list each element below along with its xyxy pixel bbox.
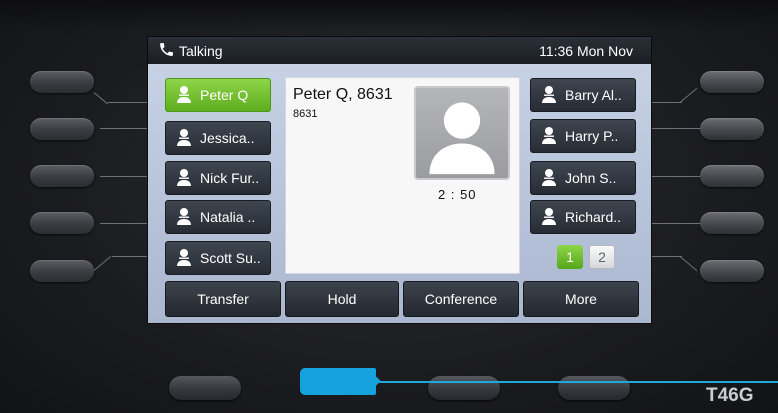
hardware-line-key-right-3[interactable] [700,165,764,187]
line-key-label: Barry Al.. [565,87,622,103]
key-connector-line [108,102,148,103]
key-connector-line [112,256,147,257]
page-2-button[interactable]: 2 [589,245,615,269]
hardware-line-key-left-4[interactable] [30,212,94,234]
hold-softkey[interactable]: Hold [285,281,399,317]
line-key-harry[interactable]: Harry P.. [530,119,636,153]
key-connector-line [652,256,682,257]
hardware-softkey-3[interactable] [428,376,500,400]
line-key-label: Nick Fur.. [200,170,260,186]
contact-avatar-icon [414,86,510,180]
hardware-line-key-right-1[interactable] [700,71,764,93]
line-key-label: Peter Q [200,87,249,103]
clock: 11:36 Mon Nov [539,42,633,59]
phone-handset-icon [158,41,175,61]
contact-person-icon [541,207,557,228]
line-key-jessica[interactable]: Jessica.. [165,121,271,155]
line-key-barry[interactable]: Barry Al.. [530,78,636,112]
line-key-richard[interactable]: Richard.. [530,200,636,234]
key-connector-line [679,256,698,272]
key-connector-line [100,128,147,129]
line-key-scott[interactable]: Scott Su.. [165,241,271,275]
line-key-label: Richard.. [565,209,622,225]
highlighted-softkey-2[interactable] [300,368,376,395]
pointer-callout-line [376,381,778,383]
conference-softkey[interactable]: Conference [403,281,519,317]
caller-name: Peter Q, 8631 [293,86,393,103]
line-key-natalia[interactable]: Natalia .. [165,200,271,234]
hardware-line-key-right-4[interactable] [700,212,764,234]
key-connector-line [100,176,147,177]
contact-person-icon [176,207,192,228]
model-label: T46G [706,385,754,406]
key-connector-line [652,176,700,177]
hardware-line-key-right-5[interactable] [700,260,764,282]
key-connector-line [93,255,112,271]
key-connector-line [652,102,682,103]
line-key-label: Jessica.. [200,130,255,146]
phone-screen: Talking 11:36 Mon Nov Peter Q Jessica.. … [147,36,652,324]
contact-person-icon [176,85,192,106]
key-connector-line [652,128,700,129]
more-softkey[interactable]: More [523,281,639,317]
hardware-softkey-4[interactable] [558,376,630,400]
contact-person-icon [541,85,557,106]
contact-person-icon [541,168,557,189]
page-1-button[interactable]: 1 [557,245,583,269]
key-connector-line [100,223,147,224]
key-connector-line [679,87,698,103]
hardware-line-key-left-1[interactable] [30,71,94,93]
line-key-john[interactable]: John S.. [530,161,636,195]
contact-person-icon [541,126,557,147]
hardware-line-key-left-3[interactable] [30,165,94,187]
phone-bezel-top [0,0,778,30]
hardware-softkey-1[interactable] [169,376,241,400]
line-key-nick[interactable]: Nick Fur.. [165,161,271,195]
line-key-peter-q[interactable]: Peter Q [165,78,271,112]
key-connector-line [652,223,700,224]
call-duration: 2 : 50 [438,187,477,202]
key-connector-line [93,92,109,105]
call-state: Talking [158,41,223,61]
line-key-label: John S.. [565,170,617,186]
line-key-label: Scott Su.. [200,250,261,266]
contact-person-icon [176,248,192,269]
transfer-softkey[interactable]: Transfer [165,281,281,317]
call-state-label: Talking [179,42,223,59]
caller-number: 8631 [293,108,318,120]
hardware-line-key-left-2[interactable] [30,118,94,140]
contact-person-icon [176,128,192,149]
line-key-label: Natalia .. [200,209,256,225]
call-info-panel: Peter Q, 8631 8631 2 : 50 [285,77,520,274]
line-key-label: Harry P.. [565,128,619,144]
status-bar: Talking 11:36 Mon Nov [148,37,651,64]
hardware-line-key-left-5[interactable] [30,260,94,282]
hardware-line-key-right-2[interactable] [700,118,764,140]
contact-person-icon [176,168,192,189]
